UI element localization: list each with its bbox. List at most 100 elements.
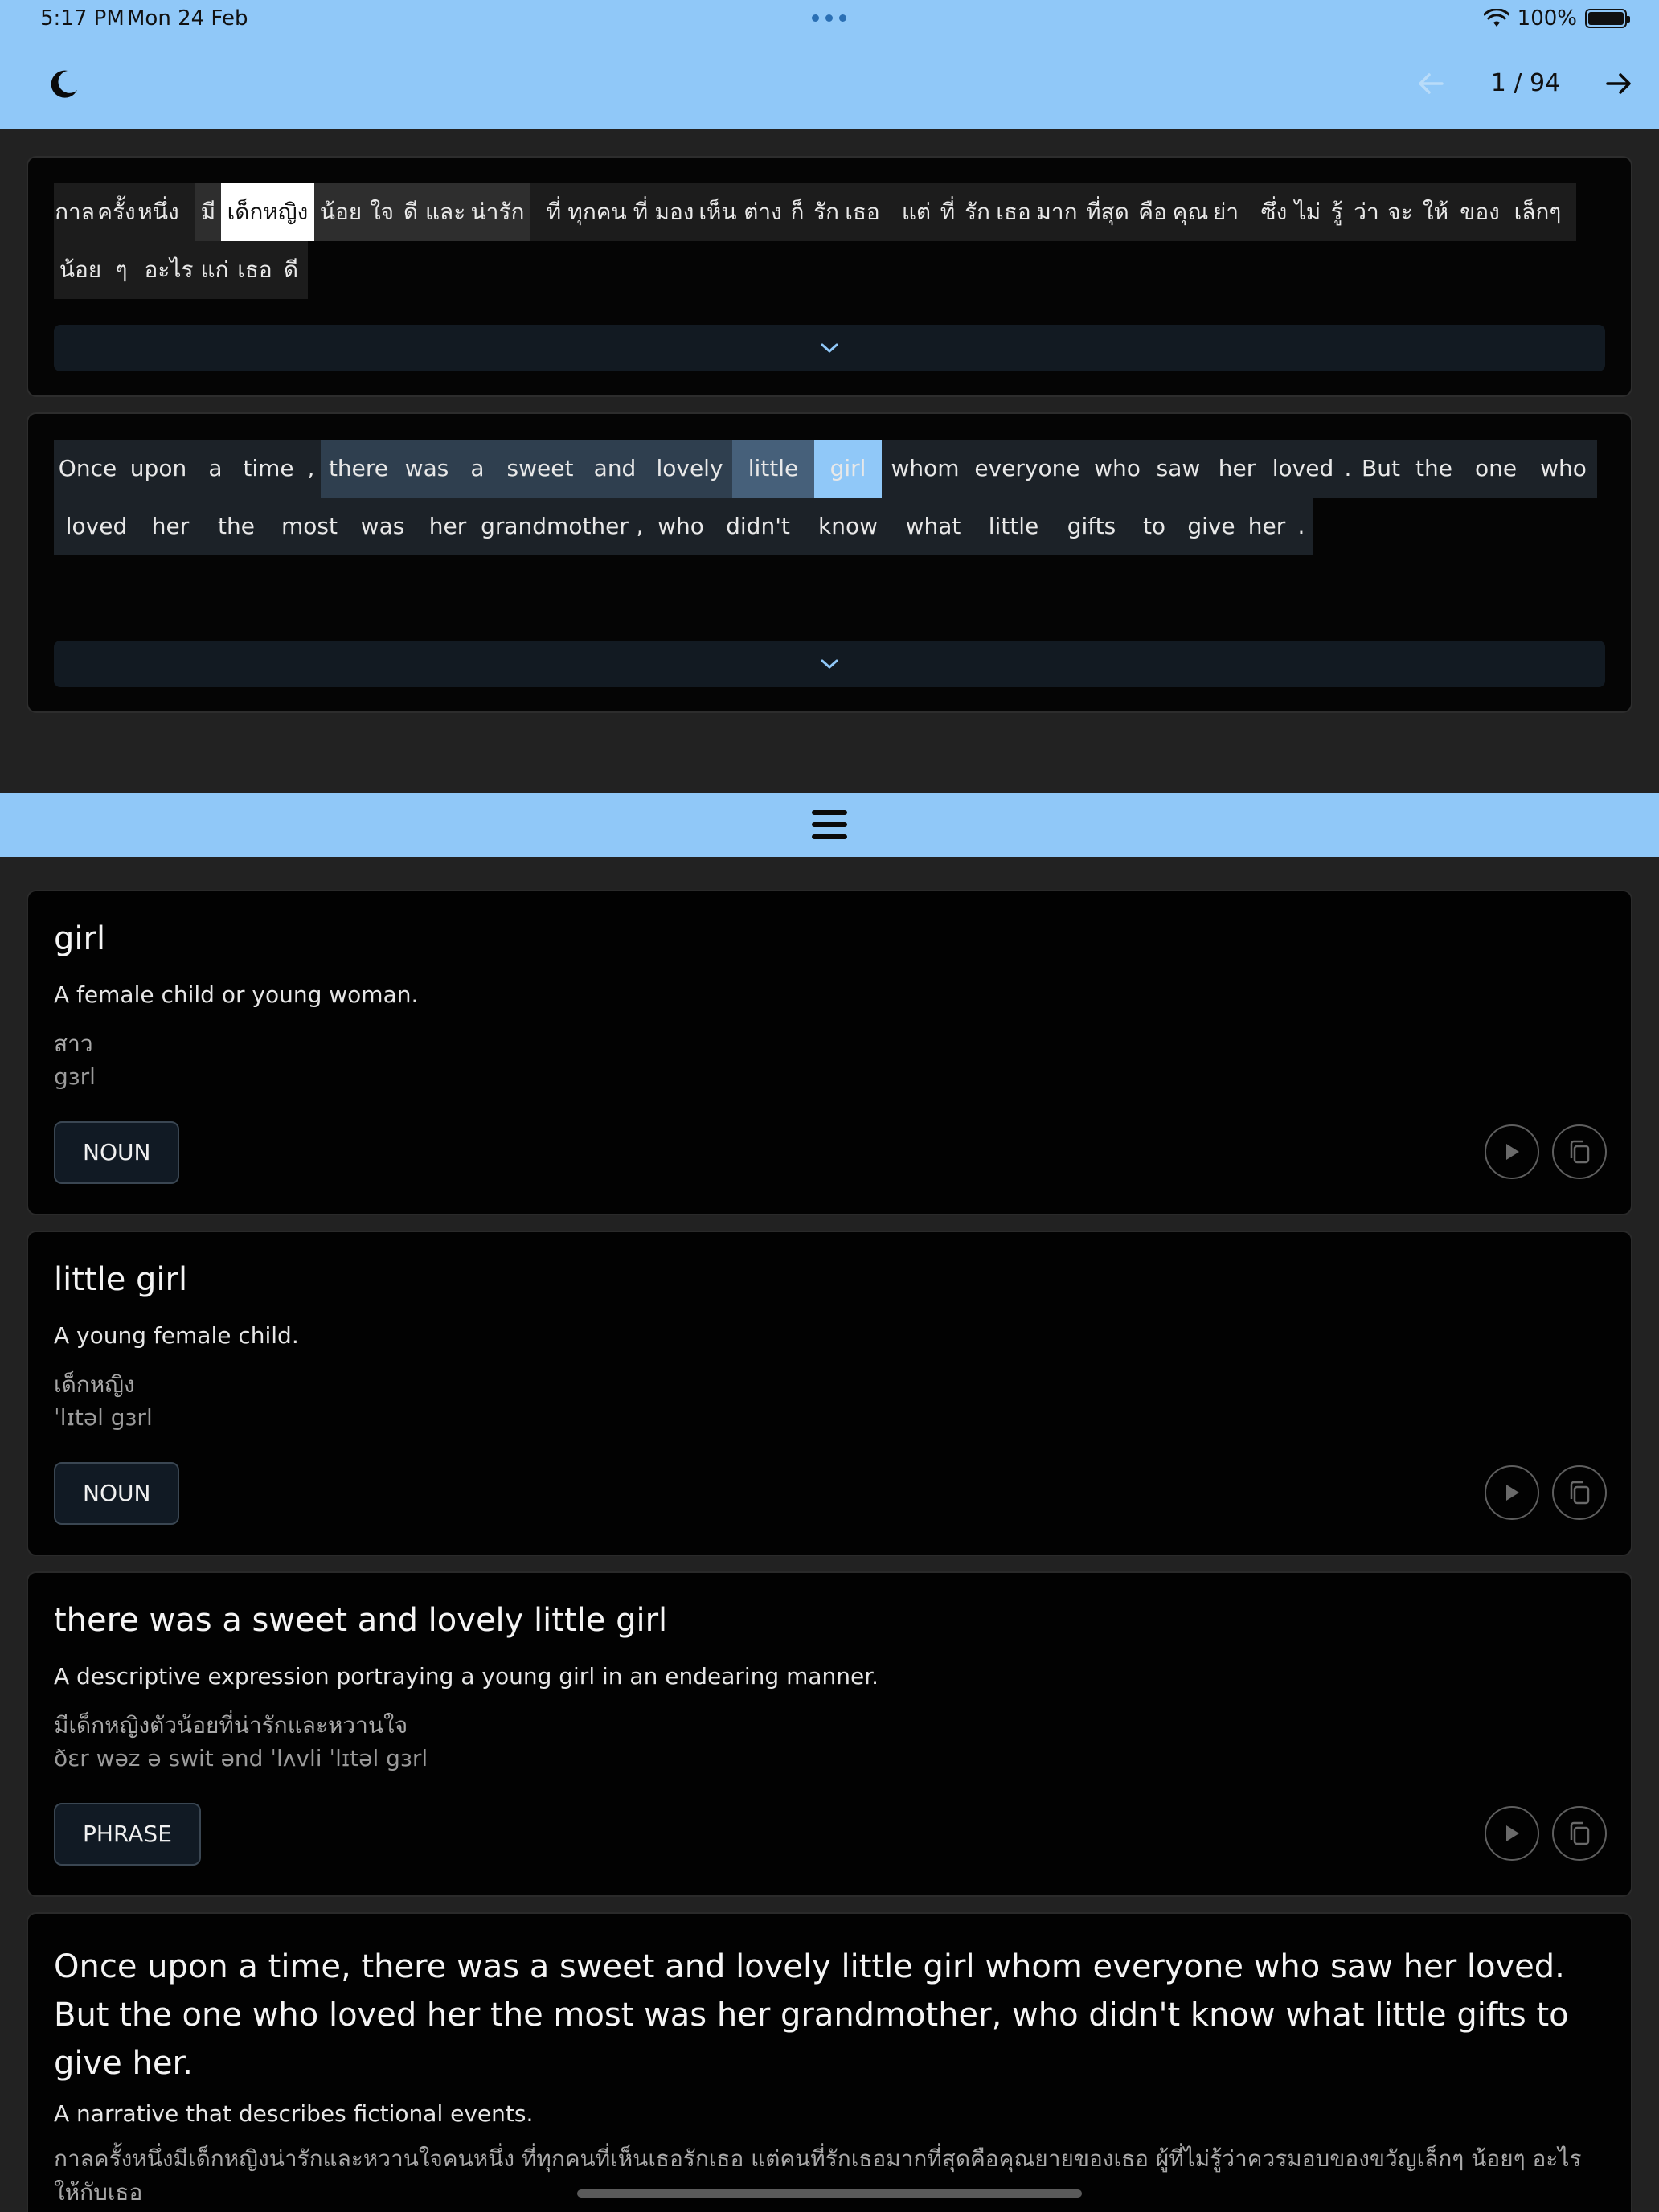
- thai-expand-button[interactable]: [54, 325, 1605, 371]
- english-token[interactable]: gifts: [1054, 498, 1129, 555]
- english-token[interactable]: .: [1340, 440, 1356, 498]
- thai-token[interactable]: ที่: [935, 183, 961, 241]
- english-token[interactable]: her: [1208, 440, 1266, 498]
- thai-token[interactable]: แต่: [898, 183, 935, 241]
- play-audio-button[interactable]: [1485, 1124, 1539, 1179]
- thai-token[interactable]: รู้: [1324, 183, 1350, 241]
- thai-token[interactable]: มอง: [653, 183, 695, 241]
- thai-token[interactable]: เล็กๆ: [1505, 183, 1570, 241]
- english-token[interactable]: was: [348, 498, 417, 555]
- thai-token[interactable]: น้อย: [54, 241, 107, 299]
- english-token[interactable]: who: [1530, 440, 1597, 498]
- thai-token[interactable]: ซึ่ง: [1256, 183, 1292, 241]
- thai-token[interactable]: แก่: [194, 241, 236, 299]
- english-token[interactable]: and: [583, 440, 647, 498]
- part-of-speech-tag[interactable]: NOUN: [54, 1462, 180, 1525]
- english-token[interactable]: didn't: [713, 498, 803, 555]
- thai-token[interactable]: มาก: [1033, 183, 1081, 241]
- english-token[interactable]: sweet: [498, 440, 583, 498]
- home-indicator[interactable]: [577, 2189, 1082, 2198]
- part-of-speech-tag[interactable]: PHRASE: [54, 1803, 201, 1866]
- english-token[interactable]: Once: [54, 440, 121, 498]
- english-token[interactable]: know: [803, 498, 893, 555]
- english-token[interactable]: little: [732, 440, 814, 498]
- english-token[interactable]: girl: [814, 440, 882, 498]
- english-token[interactable]: time: [236, 440, 301, 498]
- thai-token[interactable]: ของ: [1454, 183, 1505, 241]
- hamburger-menu-icon[interactable]: [810, 807, 849, 842]
- english-token[interactable]: lovely: [647, 440, 732, 498]
- thai-token[interactable]: คุณ: [1171, 183, 1210, 241]
- english-token[interactable]: the: [1406, 440, 1462, 498]
- english-token[interactable]: ,: [631, 498, 649, 555]
- thai-token[interactable]: ให้: [1417, 183, 1454, 241]
- english-token[interactable]: there: [321, 440, 396, 498]
- play-audio-button[interactable]: [1485, 1806, 1539, 1861]
- thai-token[interactable]: จะ: [1383, 183, 1417, 241]
- next-page-arrow-icon[interactable]: [1603, 68, 1635, 100]
- thai-token[interactable]: น่ารัก: [465, 183, 530, 241]
- english-token[interactable]: one: [1462, 440, 1530, 498]
- thai-token[interactable]: ก็: [785, 183, 809, 241]
- thai-token[interactable]: ว่า: [1350, 183, 1383, 241]
- english-token[interactable]: the: [202, 498, 271, 555]
- thai-token[interactable]: มี: [195, 183, 221, 241]
- english-token[interactable]: a: [195, 440, 236, 498]
- thai-token[interactable]: เธอ: [843, 183, 882, 241]
- english-token[interactable]: ,: [301, 440, 321, 498]
- english-token[interactable]: was: [396, 440, 457, 498]
- english-token[interactable]: to: [1129, 498, 1179, 555]
- thai-token[interactable]: คือ: [1134, 183, 1171, 241]
- english-token[interactable]: saw: [1149, 440, 1208, 498]
- english-token[interactable]: who: [1086, 440, 1149, 498]
- english-token[interactable]: her: [139, 498, 202, 555]
- thai-token[interactable]: เธอ: [236, 241, 274, 299]
- thai-token[interactable]: เธอ: [994, 183, 1033, 241]
- multitasking-dots-icon[interactable]: [812, 14, 846, 22]
- copy-button[interactable]: [1552, 1124, 1607, 1179]
- thai-token[interactable]: ทุกคน: [567, 183, 628, 241]
- english-token[interactable]: give: [1179, 498, 1243, 555]
- thai-token[interactable]: อะไร: [144, 241, 194, 299]
- dark-mode-moon-icon[interactable]: [48, 68, 80, 100]
- thai-token[interactable]: ไม่: [1292, 183, 1324, 241]
- part-of-speech-tag[interactable]: NOUN: [54, 1121, 180, 1184]
- thai-token[interactable]: เห็น: [695, 183, 740, 241]
- thai-token[interactable]: เด็กหญิง: [221, 183, 314, 241]
- english-token[interactable]: her: [1243, 498, 1290, 555]
- play-audio-button[interactable]: [1485, 1465, 1539, 1520]
- thai-token[interactable]: น้อย: [314, 183, 367, 241]
- thai-token[interactable]: ที่: [541, 183, 567, 241]
- english-token[interactable]: who: [649, 498, 713, 555]
- thai-token[interactable]: หนึ่ง: [137, 183, 179, 241]
- thai-token[interactable]: กาล: [54, 183, 96, 241]
- copy-button[interactable]: [1552, 1465, 1607, 1520]
- thai-token[interactable]: รัก: [809, 183, 843, 241]
- english-token[interactable]: what: [893, 498, 973, 555]
- english-token[interactable]: loved: [54, 498, 139, 555]
- english-token[interactable]: upon: [121, 440, 195, 498]
- thai-token[interactable]: ๆ: [107, 241, 136, 299]
- english-token[interactable]: everyone: [969, 440, 1086, 498]
- english-expand-button[interactable]: [54, 641, 1605, 687]
- thai-token[interactable]: ครั้ง: [96, 183, 137, 241]
- english-token[interactable]: loved: [1266, 440, 1340, 498]
- thai-token[interactable]: ใจ: [367, 183, 396, 241]
- english-token[interactable]: .: [1290, 498, 1313, 555]
- thai-token[interactable]: ดี: [274, 241, 308, 299]
- thai-token[interactable]: และ: [425, 183, 465, 241]
- copy-button[interactable]: [1552, 1806, 1607, 1861]
- english-token[interactable]: a: [457, 440, 498, 498]
- thai-token[interactable]: ย่า: [1210, 183, 1242, 241]
- english-token[interactable]: whom: [882, 440, 969, 498]
- english-token[interactable]: her: [417, 498, 478, 555]
- english-token[interactable]: little: [973, 498, 1054, 555]
- thai-token[interactable]: ที่: [628, 183, 653, 241]
- english-token[interactable]: grandmother: [478, 498, 631, 555]
- thai-token[interactable]: รัก: [961, 183, 994, 241]
- thai-token[interactable]: ต่าง: [740, 183, 785, 241]
- english-token[interactable]: But: [1356, 440, 1406, 498]
- english-token[interactable]: most: [271, 498, 348, 555]
- thai-token[interactable]: ดี: [396, 183, 425, 241]
- thai-token[interactable]: ที่สุด: [1081, 183, 1134, 241]
